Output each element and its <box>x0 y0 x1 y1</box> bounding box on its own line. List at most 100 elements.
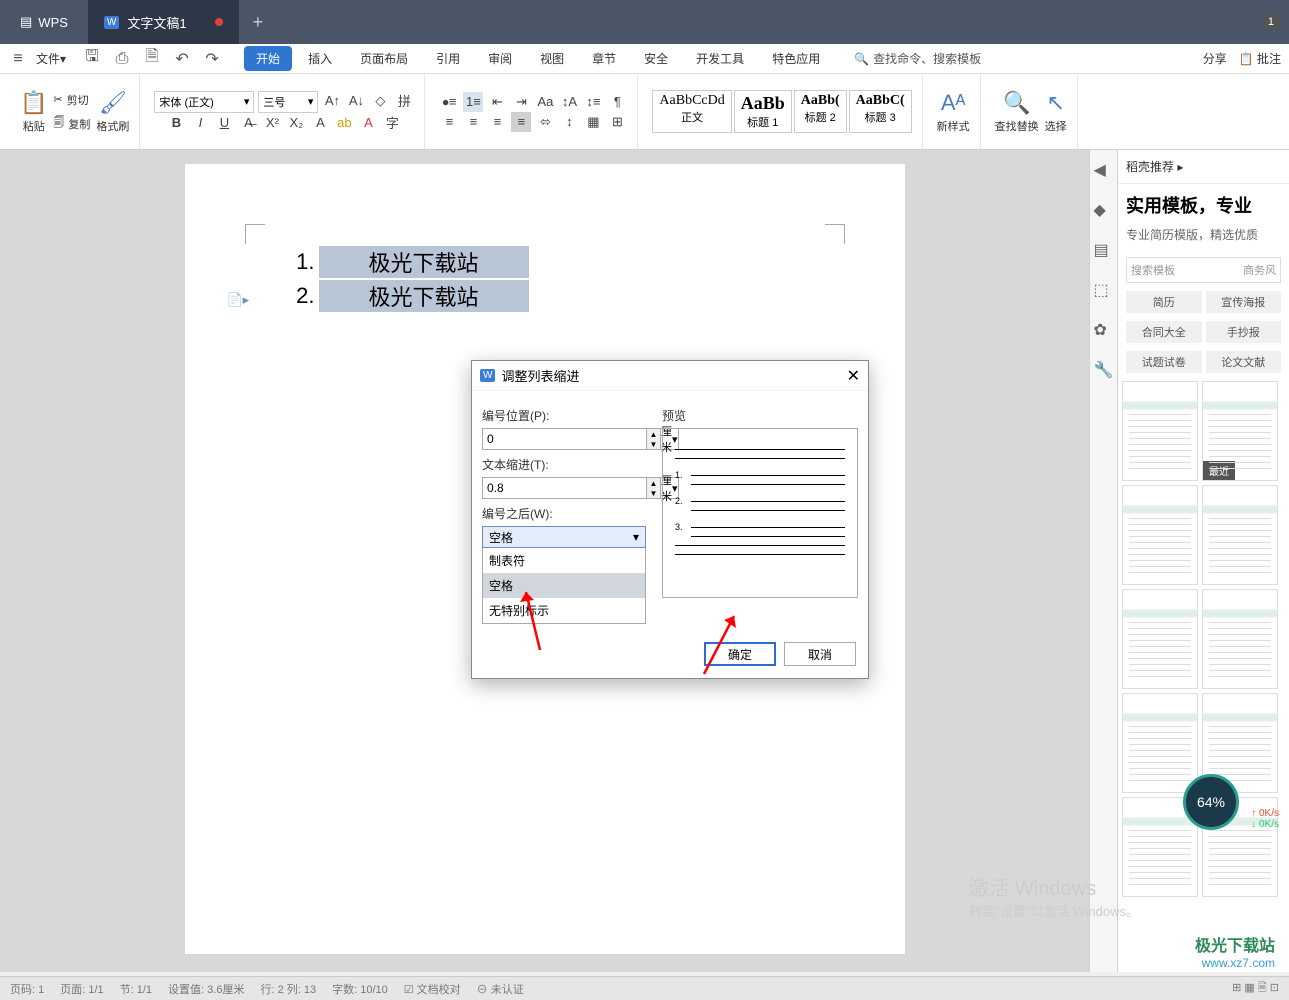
align-center-icon[interactable]: ≡ <box>463 112 483 132</box>
tab-security[interactable]: 安全 <box>632 46 680 71</box>
undo-icon[interactable]: ↶ <box>172 49 192 69</box>
new-tab-button[interactable]: + <box>239 12 278 33</box>
italic-icon[interactable]: I <box>190 113 210 133</box>
app-tab[interactable]: ▤ WPS <box>0 0 88 44</box>
tab-featured[interactable]: 特色应用 <box>760 46 832 71</box>
option-space[interactable]: 空格 <box>483 573 645 598</box>
style-heading3[interactable]: AaBbC(标题 3 <box>849 90 912 133</box>
tab-start[interactable]: 开始 <box>244 46 292 71</box>
preview-icon[interactable]: 🗎 <box>142 49 162 69</box>
tag-contract[interactable]: 合同大全 <box>1126 321 1202 343</box>
list-item-1[interactable]: 1. 极光下载站 <box>275 246 815 278</box>
annotate-button[interactable]: 📋 批注 <box>1239 50 1281 67</box>
tag-thesis[interactable]: 论文文献 <box>1206 351 1282 373</box>
font-size-select[interactable]: 三号▾ <box>258 91 318 113</box>
shading-icon[interactable]: ▦ <box>583 112 603 132</box>
tab-section[interactable]: 章节 <box>580 46 628 71</box>
styles-gallery[interactable]: AaBbCcDd正文 AaBb标题 1 AaBb(标题 2 AaBbC(标题 3 <box>652 90 911 133</box>
increase-indent-icon[interactable]: ⇥ <box>511 92 531 112</box>
tab-review[interactable]: 审阅 <box>476 46 524 71</box>
list-text-selected[interactable]: 极光下载站 <box>319 246 529 278</box>
justify-icon[interactable]: ≡ <box>511 112 531 132</box>
superscript-icon[interactable]: X² <box>262 113 282 133</box>
tab-view[interactable]: 视图 <box>528 46 576 71</box>
font-color-icon[interactable]: A <box>358 113 378 133</box>
file-menu[interactable]: 文件 ▾ <box>30 50 72 67</box>
option-none[interactable]: 无特别标示 <box>483 598 645 623</box>
template-item[interactable] <box>1122 693 1198 793</box>
clear-format-icon[interactable]: ◇ <box>370 91 390 111</box>
copy-button[interactable]: 🗐 复制 <box>53 113 90 135</box>
option-tab[interactable]: 制表符 <box>483 548 645 573</box>
format-painter-button[interactable]: 🖌 格式刷 <box>96 90 129 134</box>
dialog-close-button[interactable]: ✕ <box>847 366 860 386</box>
list-item-2[interactable]: 2. 极光下载站 <box>275 280 815 312</box>
spin-down-icon[interactable]: ▼ <box>646 488 660 498</box>
print-icon[interactable]: ⎙ <box>112 49 132 69</box>
decrease-indent-icon[interactable]: ⇤ <box>487 92 507 112</box>
spin-up-icon[interactable]: ▲ <box>646 478 660 488</box>
after-number-select[interactable]: 空格▾ <box>482 526 646 548</box>
style-heading1[interactable]: AaBb标题 1 <box>734 90 792 133</box>
text-effect-icon[interactable]: A <box>310 113 330 133</box>
cut-button[interactable]: ✂ 剪切 <box>53 89 90 111</box>
select-panel-icon[interactable]: ⬚ <box>1094 280 1114 300</box>
template-item[interactable] <box>1122 589 1198 689</box>
status-set-value[interactable]: 设置值: 3.6厘米 <box>168 981 244 997</box>
tab-insert[interactable]: 插入 <box>296 46 344 71</box>
align-right-icon[interactable]: ≡ <box>487 112 507 132</box>
style-normal[interactable]: AaBbCcDd正文 <box>652 90 731 133</box>
tag-exam[interactable]: 试题试卷 <box>1126 351 1202 373</box>
subscript-icon[interactable]: X₂ <box>286 113 306 133</box>
command-search[interactable]: 🔍 查找命令、搜索模板 <box>854 50 981 67</box>
tab-page-layout[interactable]: 页面布局 <box>348 46 420 71</box>
spacing-icon[interactable]: ↕ <box>559 112 579 132</box>
cancel-button[interactable]: 取消 <box>784 642 856 666</box>
template-item[interactable]: 最近 <box>1202 381 1278 481</box>
document-tab[interactable]: W 文字文稿1 <box>88 0 239 44</box>
change-case-icon[interactable]: Aa <box>535 92 555 112</box>
tag-resume[interactable]: 简历 <box>1126 291 1202 313</box>
close-panel-icon[interactable]: ◀ <box>1094 160 1114 180</box>
numbering-icon[interactable]: 1≡ <box>463 92 483 112</box>
find-replace-button[interactable]: 🔍 查找替换 <box>995 90 1039 134</box>
status-row-col[interactable]: 行: 2 列: 13 <box>260 981 316 997</box>
tag-handcopy[interactable]: 手抄报 <box>1206 321 1282 343</box>
tab-references[interactable]: 引用 <box>424 46 472 71</box>
tool-panel-icon[interactable]: 🔧 <box>1094 360 1114 380</box>
line-spacing-icon[interactable]: ↕≡ <box>583 92 603 112</box>
tag-poster[interactable]: 宣传海报 <box>1206 291 1282 313</box>
template-item[interactable] <box>1202 589 1278 689</box>
panel-header[interactable]: 稻壳推荐 ▸ <box>1118 150 1289 184</box>
redo-icon[interactable]: ↷ <box>202 49 222 69</box>
tab-dev-tools[interactable]: 开发工具 <box>684 46 756 71</box>
underline-icon[interactable]: U <box>214 113 234 133</box>
bold-icon[interactable]: B <box>166 113 186 133</box>
ok-button[interactable]: 确定 <box>704 642 776 666</box>
char-shading-icon[interactable]: 字 <box>382 113 402 133</box>
hamburger-icon[interactable]: ≡ <box>8 49 28 69</box>
template-item[interactable] <box>1122 381 1198 481</box>
bullets-icon[interactable]: ⦁≡ <box>439 92 459 112</box>
template-item[interactable] <box>1122 485 1198 585</box>
show-marks-icon[interactable]: ¶ <box>607 92 627 112</box>
status-auth[interactable]: ⊖ 未认证 <box>477 981 524 997</box>
performance-meter[interactable]: 64% <box>1183 774 1239 830</box>
distribute-icon[interactable]: ⬄ <box>535 112 555 132</box>
style-heading2[interactable]: AaBb(标题 2 <box>794 90 847 133</box>
status-word-count[interactable]: 字数: 10/10 <box>332 981 388 997</box>
shape-panel-icon[interactable]: ✿ <box>1094 320 1114 340</box>
dialog-titlebar[interactable]: W 调整列表缩进 ✕ <box>472 361 868 391</box>
status-spellcheck[interactable]: ☑ 文档校对 <box>404 981 461 997</box>
list-text-selected[interactable]: 极光下载站 <box>319 280 529 312</box>
status-page[interactable]: 页面: 1/1 <box>60 981 103 997</box>
select-button[interactable]: ↖ 选择 <box>1045 90 1067 134</box>
sort-icon[interactable]: ↕A <box>559 92 579 112</box>
font-family-select[interactable]: 宋体 (正文)▾ <box>154 91 254 113</box>
style-panel-icon[interactable]: ◆ <box>1094 200 1114 220</box>
highlight-icon[interactable]: ab <box>334 113 354 133</box>
new-style-button[interactable]: Aᴬ 新样式 <box>937 90 970 134</box>
align-left-icon[interactable]: ≡ <box>439 112 459 132</box>
phonetic-icon[interactable]: 拼 <box>394 91 414 111</box>
grow-font-icon[interactable]: A↑ <box>322 91 342 111</box>
